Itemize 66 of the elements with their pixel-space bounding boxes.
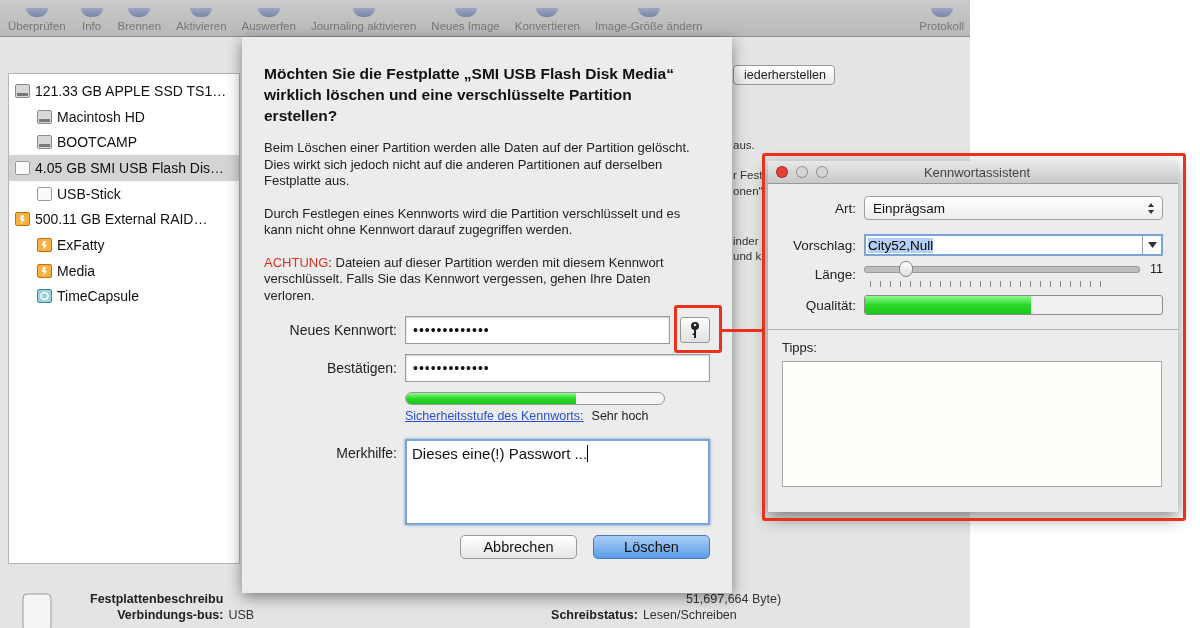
field-label: Merkhilfe: <box>335 444 397 461</box>
background-text: r Fest <box>733 169 763 181</box>
field-label: Bestätigen: <box>325 360 397 376</box>
toolbar-icon[interactable] <box>257 8 280 17</box>
sidebar-item[interactable]: 4.05 GB SMI USB Flash Dis… <box>9 155 239 181</box>
password-field[interactable]: ••••••••••••• <box>405 316 670 344</box>
strength-reading: Sehr hoch <box>591 409 649 423</box>
sidebar-item[interactable]: 121.33 GB APPLE SSD TS1… <box>9 78 239 104</box>
password-field[interactable]: ••••••••••••• <box>405 354 710 382</box>
tips-label: Tipps: <box>782 340 817 355</box>
toolbar-icon[interactable] <box>454 8 477 17</box>
info-value: 51,697,664 Byte) <box>685 592 782 606</box>
dialog-title: Möchten Sie die Festplatte „SMI USB Flash Disk Media“ wirklich löschen und eine verschlüsselte Partition erstellen? <box>264 64 675 126</box>
time-capsule-icon <box>37 288 52 305</box>
stepper-icon <box>1148 202 1154 214</box>
toolbar-icon[interactable] <box>930 8 953 17</box>
key-button[interactable] <box>680 317 710 343</box>
sidebar-item[interactable]: 500.11 GB External RAID… <box>9 206 239 233</box>
background-text: und k <box>733 250 762 262</box>
info-label: Festplattenbeschreibu <box>90 592 224 606</box>
leader-line <box>721 329 763 332</box>
minimize-icon[interactable] <box>796 166 808 178</box>
drive-icon <box>22 592 52 628</box>
primary-button[interactable]: Löschen <box>593 535 710 559</box>
highlight-frame <box>674 305 722 353</box>
close-icon[interactable] <box>776 166 788 178</box>
sidebar-item[interactable]: Macintosh HD <box>9 103 239 130</box>
sidebar-item[interactable]: BOOTCAMP <box>9 129 239 156</box>
background-text: onen“ <box>733 185 763 197</box>
info-label: Schreibstatus: <box>551 608 638 622</box>
field-label: Vorschlag: <box>791 237 856 253</box>
sidebar-item[interactable]: TimeCapsule <box>9 283 239 310</box>
dialog-text: Beim Löschen einer Partition werden alle Daten auf der Partition gelöscht. Dies wirkt sich jedoch nicht auf die anderen Partitionen auf derselben Festplatte aus. <box>264 140 691 190</box>
toolbar-icon[interactable] <box>128 8 151 17</box>
field-label: Qualität: <box>804 297 856 313</box>
toolbar-icon[interactable] <box>352 8 375 17</box>
toolbar-icon[interactable] <box>25 8 48 17</box>
toolbar-icon[interactable] <box>190 8 213 17</box>
type-select[interactable]: Einprägsam <box>864 196 1163 220</box>
field-label: Neues Kennwort: <box>288 322 397 338</box>
length-reading: 11 <box>1150 262 1163 276</box>
dialog-text: Durch Festlegen eines Kennworts wird die Partition verschlüsselt und es kann nicht ohne Kennwort darauf zugegriffen werden. <box>264 205 682 239</box>
sidebar-item[interactable]: Media <box>9 257 239 284</box>
suggestion-combo[interactable]: City52,Null <box>864 234 1163 256</box>
hint-field[interactable]: Dieses eine(!) Passwort ... <box>405 439 710 525</box>
cancel-button[interactable]: Abbrechen <box>460 535 577 559</box>
background-text: inder <box>733 235 759 247</box>
field-label: Art: <box>834 200 856 216</box>
info-value: USB <box>228 608 255 622</box>
info-label: Verbindungs-bus: <box>116 608 224 622</box>
zoom-icon[interactable] <box>816 166 828 178</box>
strength-link[interactable]: Sicherheitsstufe des Kennworts: <box>405 409 584 423</box>
tab-button[interactable]: iederherstellen <box>733 65 835 85</box>
dropdown-icon <box>1147 242 1157 248</box>
info-value: Lesen/Schreiben <box>642 608 738 622</box>
toolbar-icon[interactable] <box>637 8 660 17</box>
toolbar-icon[interactable] <box>80 8 103 17</box>
toolbar-icon[interactable] <box>536 8 559 17</box>
slider-thumb[interactable] <box>899 260 914 277</box>
window-title: Kennwortassistent <box>922 164 1032 180</box>
field-label: Länge: <box>813 267 856 282</box>
sidebar-item[interactable]: USB-Stick <box>9 180 239 207</box>
sidebar-item[interactable]: ExFatty <box>9 232 239 258</box>
warning-text: ACHTUNG: Dateien auf dieser Partition werden mit diesem Kennwort verschlüsselt. Falls Sie das Kennwort vergessen, gehen Ihre Daten verloren. <box>264 254 665 304</box>
background-text: aus. <box>733 139 755 151</box>
key-icon <box>690 321 700 339</box>
